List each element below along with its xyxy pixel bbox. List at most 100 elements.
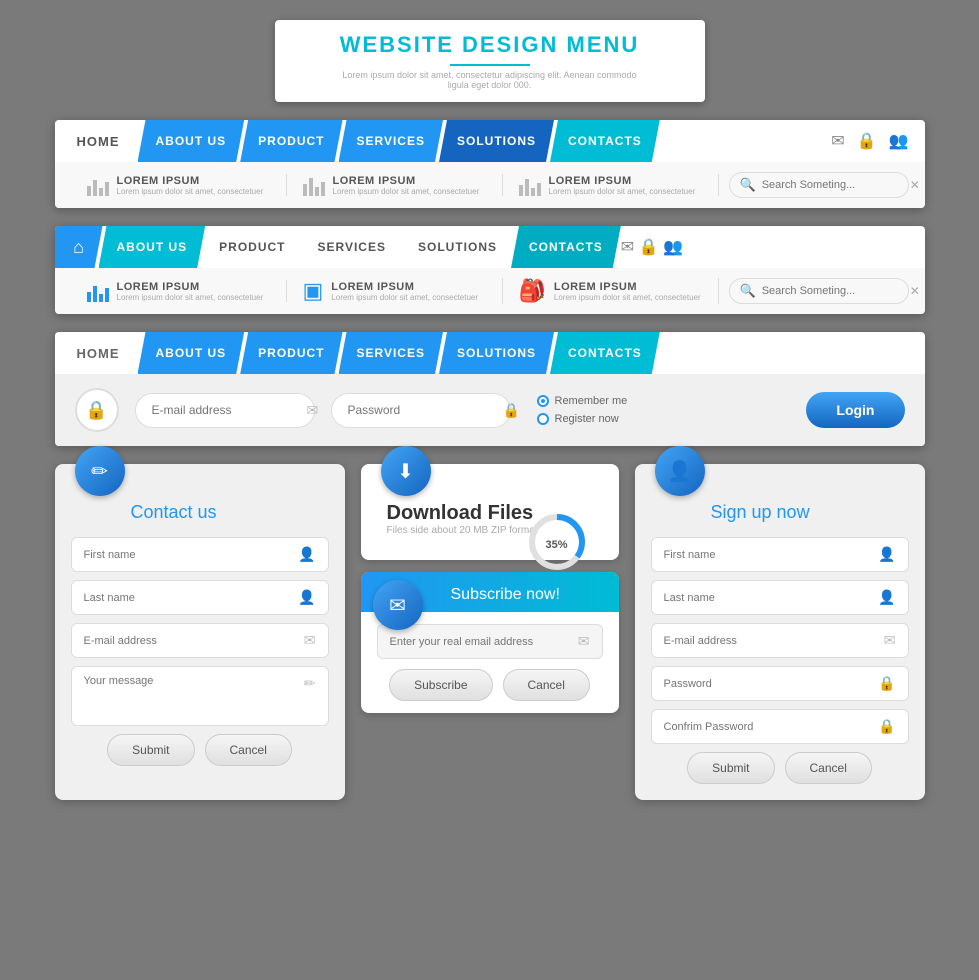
login-bar: 🔒 ✉ 🔒 Remember me Register now Login [55, 374, 925, 446]
signup-email-input[interactable] [664, 635, 884, 647]
nav2-services[interactable]: SERVICES [300, 226, 404, 268]
nav2-home[interactable]: ⌂ [55, 226, 103, 268]
signup-lastname-field[interactable]: 👤 [651, 580, 909, 615]
person-icon: 👤 [667, 459, 692, 484]
subscribe-widget: ✉ Subscribe now! ✉ Subscribe Cancel [361, 572, 619, 713]
nav-bar-3: HOME ABOUT US PRODUCT SERVICES SOLUTIONS… [55, 332, 925, 374]
search-input-1[interactable] [762, 179, 904, 191]
nav1-solutions[interactable]: SOLUTIONS [439, 120, 554, 162]
contact-cancel-button[interactable]: Cancel [205, 734, 292, 766]
signup-firstname-input[interactable] [664, 549, 879, 561]
email-input-wrapper[interactable]: ✉ [135, 393, 315, 428]
mail-icon[interactable]: ✉ [831, 131, 844, 151]
nav1-search[interactable]: 🔍 ✕ [729, 172, 909, 198]
contact-message-field[interactable]: ✏ [71, 666, 329, 726]
subscribe-btn-row: Subscribe Cancel [377, 669, 603, 701]
progress-text: 35% [545, 539, 567, 551]
contact-lastname-input[interactable] [84, 592, 299, 604]
nav3-contacts[interactable]: CONTACTS [550, 332, 660, 374]
signup-confirm-field[interactable]: 🔒 [651, 709, 909, 744]
sub-item-1: LOREM IPSUM Lorem ipsum dolor sit amet, … [71, 174, 287, 196]
signup-email-field[interactable]: ✉ [651, 623, 909, 658]
nav3-services[interactable]: SERVICES [339, 332, 443, 374]
contact-submit-button[interactable]: Submit [107, 734, 194, 766]
nav2-search[interactable]: 🔍 ✕ [729, 278, 909, 304]
user-icon-2: 👤 [298, 589, 315, 606]
contact-message-input[interactable] [84, 675, 304, 687]
register-now-radio[interactable] [537, 413, 549, 425]
bag-icon: 🎒 [519, 278, 546, 304]
sub-text-6: LOREM IPSUM Lorem ipsum dolor sit amet, … [554, 281, 701, 302]
edit-icon-1: ✏ [304, 675, 316, 692]
nav-bar-3-wrapper: HOME ABOUT US PRODUCT SERVICES SOLUTIONS… [55, 332, 925, 446]
sub-text-5: LOREM IPSUM Lorem ipsum dolor sit amet, … [331, 281, 478, 302]
pencil-icon: ✏ [91, 459, 108, 484]
remember-me-radio[interactable] [537, 395, 549, 407]
signup-cancel-button[interactable]: Cancel [785, 752, 872, 784]
login-password-input[interactable] [348, 403, 503, 417]
sub-item-6: 🎒 LOREM IPSUM Lorem ipsum dolor sit amet… [503, 278, 719, 304]
clear-icon-1[interactable]: ✕ [910, 178, 920, 192]
signup-submit-button[interactable]: Submit [687, 752, 774, 784]
signup-password-input[interactable] [664, 678, 879, 690]
contact-firstname-field[interactable]: 👤 [71, 537, 329, 572]
download-icon-circle: ⬇ [381, 446, 431, 496]
contact-email-input[interactable] [84, 635, 304, 647]
signup-password-field[interactable]: 🔒 [651, 666, 909, 701]
nav3-home[interactable]: HOME [55, 332, 142, 374]
progress-wrapper: 35% [527, 512, 587, 577]
login-button[interactable]: Login [806, 392, 904, 428]
nav2-product[interactable]: PRODUCT [201, 226, 303, 268]
subscribe-email-input[interactable] [390, 636, 578, 648]
sub-item-3: LOREM IPSUM Lorem ipsum dolor sit amet, … [503, 174, 719, 196]
email-icon-3: ✉ [884, 632, 896, 649]
email-icon-1: ✉ [304, 632, 316, 649]
user-icon-1: 👤 [298, 546, 315, 563]
bar-chart-icon-1 [87, 174, 109, 196]
sub-text-3: LOREM IPSUM Lorem ipsum dolor sit amet, … [549, 175, 696, 196]
email-icon-2: ✉ [578, 633, 590, 650]
clear-icon-2[interactable]: ✕ [910, 284, 920, 298]
nav1-about[interactable]: ABOUT US [138, 120, 245, 162]
download-icon: ⬇ [397, 459, 414, 484]
search-input-2[interactable] [762, 285, 904, 297]
subscribe-email-field[interactable]: ✉ [377, 624, 603, 659]
subscribe-cancel-button[interactable]: Cancel [503, 669, 590, 701]
nav1-home[interactable]: HOME [55, 120, 142, 162]
nav2-about[interactable]: ABOUT US [99, 226, 206, 268]
lock-icon-2[interactable]: 🔒 [639, 239, 659, 256]
signup-firstname-field[interactable]: 👤 [651, 537, 909, 572]
contact-firstname-input[interactable] [84, 549, 299, 561]
nav2-solutions[interactable]: SOLUTIONS [400, 226, 515, 268]
nav1-icons: ✉ 🔒 👥 [831, 131, 924, 151]
users-icon[interactable]: 👥 [889, 131, 909, 151]
contact-email-field[interactable]: ✉ [71, 623, 329, 658]
signup-lastname-input[interactable] [664, 592, 879, 604]
contact-title: Contact us [71, 502, 329, 523]
login-email-input[interactable] [152, 403, 307, 417]
remember-me-option[interactable]: Remember me [537, 395, 628, 407]
subscribe-title: Subscribe now! [391, 586, 576, 604]
nav2-contacts[interactable]: CONTACTS [511, 226, 621, 268]
nav1-product[interactable]: PRODUCT [240, 120, 342, 162]
title-underline [450, 64, 530, 66]
nav1-services[interactable]: SERVICES [339, 120, 443, 162]
search-icon-1: 🔍 [740, 177, 756, 193]
mail-icon-2[interactable]: ✉ [621, 239, 634, 256]
nav3-solutions[interactable]: SOLUTIONS [439, 332, 554, 374]
nav3-product[interactable]: PRODUCT [240, 332, 342, 374]
users-icon-2[interactable]: 👥 [663, 239, 683, 256]
nav3-about[interactable]: ABOUT US [138, 332, 245, 374]
sub-text-4: LOREM IPSUM Lorem ipsum dolor sit amet, … [117, 281, 264, 302]
signup-icon-circle: 👤 [655, 446, 705, 496]
signup-confirm-input[interactable] [664, 721, 879, 733]
lock-icon[interactable]: 🔒 [857, 131, 877, 151]
sub-text-2: LOREM IPSUM Lorem ipsum dolor sit amet, … [333, 175, 480, 196]
sub-item-2: LOREM IPSUM Lorem ipsum dolor sit amet, … [287, 174, 503, 196]
nav1-contacts[interactable]: CONTACTS [550, 120, 660, 162]
register-now-option[interactable]: Register now [537, 413, 628, 425]
password-input-wrapper[interactable]: 🔒 [331, 393, 511, 428]
contact-lastname-field[interactable]: 👤 [71, 580, 329, 615]
subscribe-button[interactable]: Subscribe [389, 669, 492, 701]
radio-group: Remember me Register now [537, 395, 628, 425]
